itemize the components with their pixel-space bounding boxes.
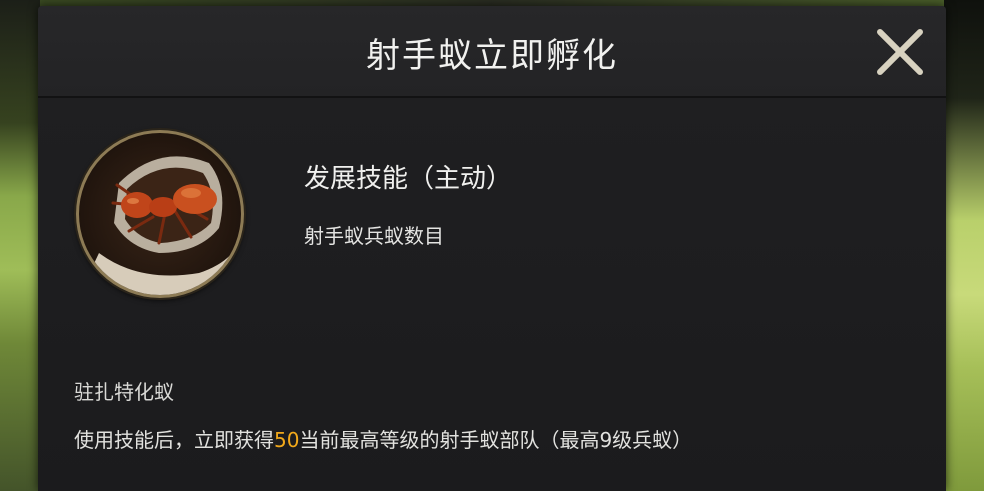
close-button[interactable] xyxy=(872,24,928,80)
dialog-body: 发展技能（主动） 射手蚁兵蚁数目 驻扎特化蚁 使用技能后，立即获得50当前最高等… xyxy=(38,98,946,491)
skill-name: 发展技能（主动） xyxy=(304,164,513,194)
skill-dialog: 射手蚁立即孵化 发展技能（主动） 射手蚁兵蚁数目 驻扎特化蚁 使用技能后，立即获… xyxy=(38,6,946,491)
game-scene: 射手蚁立即孵化 发展技能（主动） 射手蚁兵蚁数目 驻扎特化蚁 使用技能后，立即获… xyxy=(0,0,984,491)
skill-description: 射手蚁兵蚁数目 xyxy=(304,224,444,248)
dialog-header: 射手蚁立即孵化 xyxy=(38,6,946,98)
background-left xyxy=(0,0,40,491)
skill-portrait xyxy=(76,130,244,298)
effect-title: 驻扎特化蚁 xyxy=(74,380,174,404)
effect-amount: 50 xyxy=(274,428,300,452)
fire-ant-icon xyxy=(79,156,241,295)
background-right xyxy=(944,0,984,491)
effect-text-before: 使用技能后，立即获得 xyxy=(74,428,274,452)
effect-text: 使用技能后，立即获得50当前最高等级的射手蚁部队（最高9级兵蚁） xyxy=(74,424,692,453)
dialog-title: 射手蚁立即孵化 xyxy=(366,36,618,76)
effect-text-after: 当前最高等级的射手蚁部队（最高9级兵蚁） xyxy=(299,428,693,452)
close-icon xyxy=(877,29,923,75)
